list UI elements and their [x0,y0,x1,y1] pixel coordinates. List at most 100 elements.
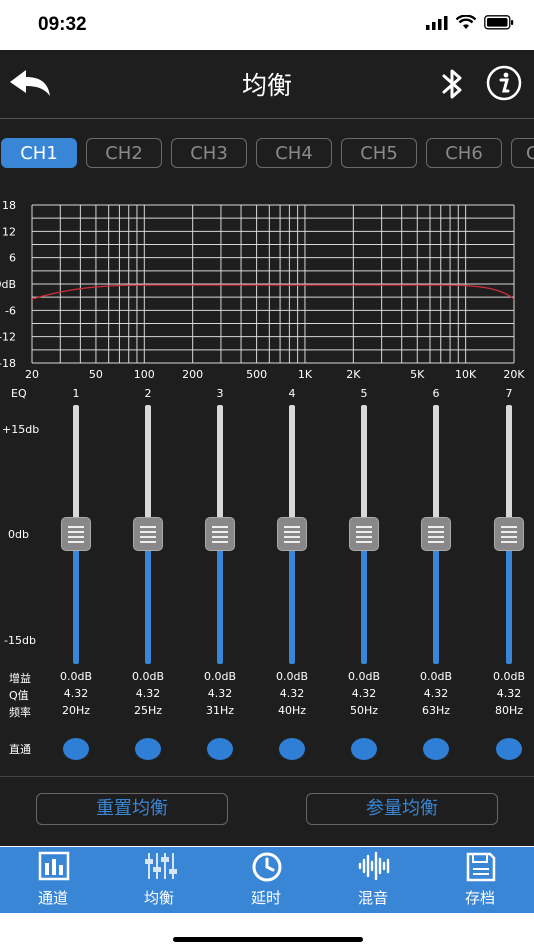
tab-ch5[interactable]: CH5 [341,138,417,168]
x-tick-label: 10K [455,368,477,381]
gain-slider-knob[interactable] [277,517,307,551]
bypass-toggle[interactable] [135,738,161,760]
slider-track-lower [506,534,512,664]
y-tick-label: 18 [2,199,16,212]
status-icons [426,15,514,30]
bypass-toggle[interactable] [496,738,522,760]
tab-ch6[interactable]: CH6 [426,138,502,168]
info-icon[interactable] [486,65,522,101]
scale-top-label: +15db [2,423,40,436]
parametric-eq-button[interactable]: 参量均衡 [306,793,498,825]
gain-row-label: 增益 [9,672,31,685]
status-bar: 09:32 [0,0,534,50]
clock-icon [252,852,282,882]
band-number: 4 [288,387,296,400]
divider [0,776,534,777]
slider-track-upper [289,405,295,534]
y-tick-label: -18 [0,357,16,370]
gain-slider-knob[interactable] [494,517,524,551]
q-value: 4.32 [423,687,449,700]
gain-slider-knob[interactable] [61,517,91,551]
scale-bottom-label: -15db [4,634,36,647]
tab-ch2[interactable]: CH2 [86,138,162,168]
bottom-tab-bar: 通道 均衡 延时 混音 存档 [0,847,534,913]
gain-value: 0.0dB [131,670,165,683]
x-tick-label: 2K [346,368,361,381]
bypass-toggle[interactable] [423,738,449,760]
gain-slider-knob[interactable] [205,517,235,551]
x-tick-label: 20 [25,368,39,381]
x-tick-label: 20K [503,368,525,381]
x-tick-label: 50 [89,368,103,381]
y-tick-label: 0dB [0,278,16,291]
bypass-toggle[interactable] [279,738,305,760]
band-number: 3 [216,387,224,400]
home-indicator [173,937,363,942]
band-number: 5 [360,387,368,400]
bypass-toggle[interactable] [351,738,377,760]
slider-track-lower [289,534,295,664]
gain-slider-knob[interactable] [349,517,379,551]
tab-ch7[interactable]: C [511,138,534,168]
band-number: 7 [505,387,513,400]
slider-track-upper [433,405,439,534]
wifi-icon [456,15,476,29]
freq-value: 31Hz [205,704,235,717]
bluetooth-icon[interactable] [438,66,468,102]
tab-ch4[interactable]: CH4 [256,138,332,168]
y-tick-label: -12 [0,331,16,344]
tabbar-item-delay[interactable]: 延时 [213,847,319,913]
q-value: 4.32 [351,687,377,700]
freq-value: 25Hz [133,704,163,717]
gain-value: 0.0dB [419,670,453,683]
gain-value: 0.0dB [275,670,309,683]
tabbar-item-save[interactable]: 存档 [427,847,533,913]
reset-eq-button[interactable]: 重置均衡 [36,793,228,825]
tabbar-label: 通道 [37,889,68,907]
x-tick-label: 5K [410,368,425,381]
slider-track-upper [73,405,79,534]
tabbar-item-eq[interactable]: 均衡 [106,847,212,913]
equalizer-icon [145,853,177,879]
q-value: 4.32 [63,687,89,700]
tabbar-item-mix[interactable]: 混音 [320,847,426,913]
gain-slider-knob[interactable] [133,517,163,551]
channel-tabs: CH1 CH2 CH3 CH4 CH5 CH6 C [0,138,534,170]
slider-track-upper [145,405,151,534]
bypass-toggle[interactable] [207,738,233,760]
gain-value: 0.0dB [203,670,237,683]
q-value: 4.32 [496,687,522,700]
tabbar-item-channel[interactable]: 通道 [0,847,106,913]
app-screen: 均衡 CH1 CH2 CH3 CH4 CH5 CH6 C 18 12 6 0dB -6 -… [0,50,534,846]
tab-ch3[interactable]: CH3 [171,138,247,168]
slider-track-lower [433,534,439,664]
slider-track-upper [506,405,512,534]
battery-icon [484,15,514,30]
q-row-label: Q值 [9,689,29,702]
y-tick-label: 6 [9,252,16,265]
q-value: 4.32 [279,687,305,700]
status-time: 09:32 [38,14,87,35]
slider-track-upper [217,405,223,534]
freq-value: 80Hz [494,704,524,717]
waveform-icon [358,851,390,881]
tabbar-label: 混音 [357,889,388,907]
x-tick-label: 200 [182,368,203,381]
slider-track-lower [145,534,151,664]
x-tick-label: 1K [298,368,313,381]
slider-track-lower [73,534,79,664]
save-icon [466,852,496,882]
q-value: 4.32 [207,687,233,700]
y-tick-label: -6 [5,304,16,317]
slider-track-upper [361,405,367,534]
freq-value: 40Hz [277,704,307,717]
graph-grid [31,204,515,364]
bypass-toggle[interactable] [63,738,89,760]
gain-slider-knob[interactable] [421,517,451,551]
nav-bar: 均衡 [0,50,534,119]
tabbar-label: 均衡 [143,889,174,907]
graph-y-labels: 18 12 6 0dB -6 -12 -18 [0,199,16,370]
tab-ch1[interactable]: CH1 [1,138,77,168]
freq-value: 20Hz [61,704,91,717]
y-tick-label: 12 [2,225,16,238]
